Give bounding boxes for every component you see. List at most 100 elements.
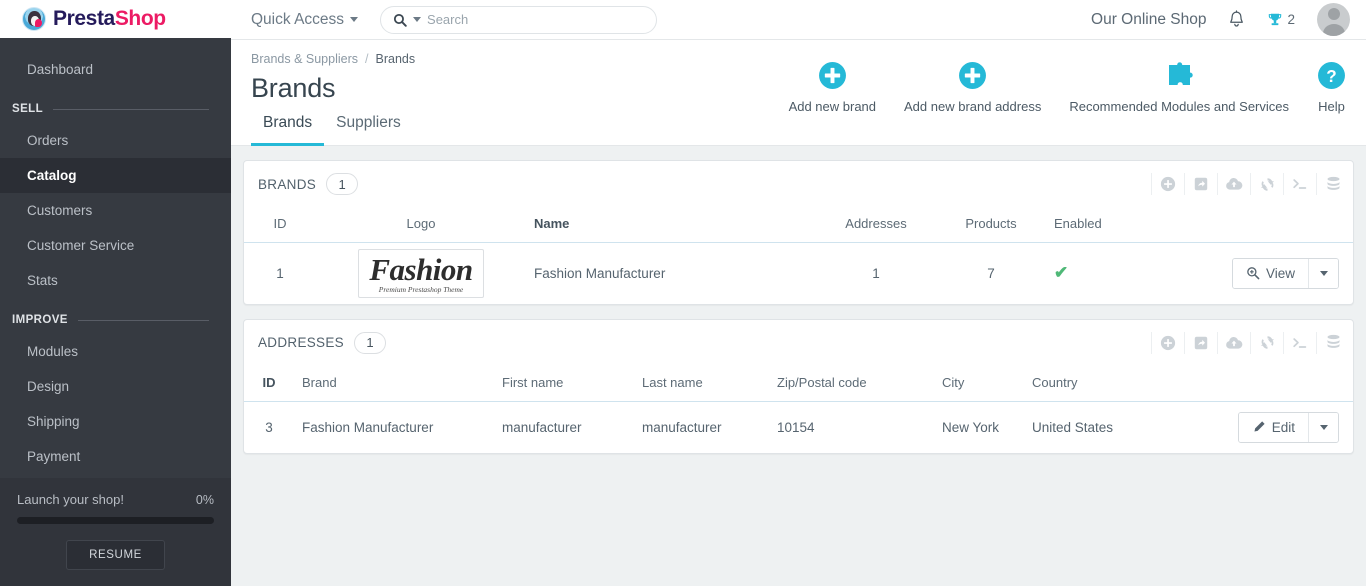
avatar[interactable] — [1317, 3, 1350, 36]
launch-progress-row: Launch your shop! 0% — [17, 492, 214, 507]
sidebar-section-divider — [53, 108, 209, 110]
chevron-down-icon — [1319, 270, 1328, 276]
top-header-bar: Quick Access Our Online Shop — [231, 0, 1366, 40]
addresses-count-badge: 1 — [353, 331, 386, 354]
trophy-count: 2 — [1287, 12, 1295, 27]
brands-count-badge: 1 — [326, 173, 359, 195]
tab-suppliers[interactable]: Suppliers — [324, 104, 413, 146]
cloud-upload-icon-button[interactable] — [1218, 173, 1251, 195]
brand-enabled-cell: ✔ — [1046, 243, 1166, 304]
brands-col-actions — [1166, 207, 1353, 243]
plus-circle-icon — [958, 60, 987, 90]
view-button[interactable]: View — [1232, 258, 1308, 288]
chevron-down-icon — [1319, 424, 1328, 430]
brands-col-enabled[interactable]: Enabled — [1046, 207, 1166, 243]
tab-brands[interactable]: Brands — [251, 104, 325, 146]
resume-button[interactable]: RESUME — [66, 540, 165, 570]
table-row[interactable]: 1 Fashion Premium Prestashop Theme Fashi… — [244, 243, 1353, 304]
brand-logo-cell: Fashion Premium Prestashop Theme — [316, 243, 526, 304]
brands-col-products[interactable]: Products — [936, 207, 1046, 243]
export-icon-button[interactable] — [1185, 331, 1218, 354]
quick-access-menu[interactable]: Quick Access — [251, 10, 359, 29]
database-icon-button[interactable] — [1317, 173, 1353, 195]
addresses-col-id[interactable]: ID — [244, 365, 294, 402]
sidebar-item-customers[interactable]: Customers — [0, 193, 231, 228]
brands-col-name[interactable]: Name — [526, 207, 816, 243]
bell-icon[interactable] — [1228, 10, 1245, 29]
brands-panel: BRANDS 1 ID Logo Name Addresses Products… — [243, 160, 1354, 305]
table-row[interactable]: 3 Fashion Manufacturer manufacturer manu… — [244, 401, 1353, 453]
sidebar-item-shipping[interactable]: Shipping — [0, 404, 231, 439]
breadcrumb-separator: / — [365, 52, 369, 66]
help-button[interactable]: ? Help — [1303, 60, 1360, 114]
addresses-table-body: 3 Fashion Manufacturer manufacturer manu… — [244, 401, 1353, 453]
export-icon-button[interactable] — [1185, 173, 1218, 195]
logo-text-shop: Shop — [114, 7, 166, 30]
admin-page: PrestaShop Dashboard SELL Orders Catalog… — [0, 0, 1366, 586]
trophy-icon — [1267, 12, 1283, 28]
address-last-name: manufacturer — [642, 419, 722, 435]
address-zip: 10154 — [777, 419, 815, 435]
addresses-col-first-name[interactable]: First name — [494, 365, 634, 402]
brands-panel-title: BRANDS — [258, 176, 317, 192]
logo-accent-dot — [35, 19, 42, 27]
launch-percent: 0% — [195, 493, 214, 507]
addresses-col-city[interactable]: City — [934, 365, 1024, 402]
view-dropdown-toggle[interactable] — [1308, 258, 1338, 288]
question-circle-icon: ? — [1317, 60, 1346, 90]
edit-button[interactable]: Edit — [1238, 412, 1308, 442]
edit-dropdown-toggle[interactable] — [1308, 412, 1338, 442]
sidebar-section-sell: SELL — [0, 87, 231, 123]
addresses-col-country[interactable]: Country — [1024, 365, 1174, 402]
brand-logo-text: Fashion — [369, 252, 473, 287]
brand-id: 1 — [276, 265, 284, 281]
console-icon-button[interactable] — [1284, 173, 1317, 195]
brands-col-addresses[interactable]: Addresses — [816, 207, 936, 243]
addresses-col-zip[interactable]: Zip/Postal code — [769, 365, 934, 402]
breadcrumb-current: Brands — [375, 52, 416, 66]
sidebar-item-payment[interactable]: Payment — [0, 439, 231, 474]
add-new-icon-button[interactable] — [1152, 173, 1185, 195]
addresses-col-brand[interactable]: Brand — [294, 365, 494, 402]
addresses-col-last-name[interactable]: Last name — [634, 365, 769, 402]
search-filter-chevron-down-icon[interactable] — [413, 17, 422, 22]
brands-panel-header: BRANDS 1 — [244, 161, 1353, 207]
sidebar-item-dashboard[interactable]: Dashboard — [0, 52, 231, 87]
refresh-icon-button[interactable] — [1251, 173, 1284, 195]
address-city: New York — [942, 419, 1000, 435]
addresses-col-actions — [1174, 365, 1353, 402]
sidebar-item-orders[interactable]: Orders — [0, 123, 231, 158]
breadcrumb-parent[interactable]: Brands & Suppliers — [251, 52, 358, 66]
sidebar-item-modules[interactable]: Modules — [0, 334, 231, 369]
sidebar-item-catalog[interactable]: Catalog — [0, 158, 231, 193]
refresh-icon-button[interactable] — [1251, 331, 1284, 354]
database-icon-button[interactable] — [1317, 332, 1353, 354]
addresses-header-row: ID Brand First name Last name Zip/Postal… — [244, 365, 1353, 402]
brands-panel-tools — [1151, 173, 1353, 195]
addresses-panel-tools — [1151, 331, 1353, 354]
add-new-brand-label: Add new brand — [788, 99, 877, 114]
console-icon-button[interactable] — [1284, 331, 1317, 354]
add-new-brand-button[interactable]: Add new brand — [775, 60, 890, 114]
quick-access-label: Quick Access — [251, 10, 345, 28]
sidebar-item-stats[interactable]: Stats — [0, 263, 231, 298]
cloud-upload-icon-button[interactable] — [1218, 331, 1251, 354]
sidebar-item-customer-service[interactable]: Customer Service — [0, 228, 231, 263]
search-box[interactable] — [380, 5, 658, 34]
recommended-modules-button[interactable]: Recommended Modules and Services — [1055, 60, 1303, 114]
check-icon[interactable]: ✔ — [1054, 263, 1068, 282]
brands-col-logo[interactable]: Logo — [316, 207, 526, 243]
pencil-icon — [1252, 420, 1266, 434]
search-input[interactable] — [427, 12, 645, 27]
logo-wordmark: PrestaShop — [53, 7, 166, 31]
add-new-icon-button[interactable] — [1152, 331, 1185, 354]
brands-table-head: ID Logo Name Addresses Products Enabled — [244, 207, 1353, 243]
addresses-panel-title: ADDRESSES — [258, 335, 344, 350]
trophy-badge[interactable]: 2 — [1267, 12, 1295, 28]
sidebar-item-design[interactable]: Design — [0, 369, 231, 404]
prestashop-logo[interactable]: PrestaShop — [0, 0, 231, 38]
shop-name-link[interactable]: Our Online Shop — [1091, 11, 1206, 29]
add-new-brand-address-button[interactable]: Add new brand address — [890, 60, 1055, 114]
brands-col-id[interactable]: ID — [244, 207, 316, 243]
addresses-table-head: ID Brand First name Last name Zip/Postal… — [244, 365, 1353, 402]
